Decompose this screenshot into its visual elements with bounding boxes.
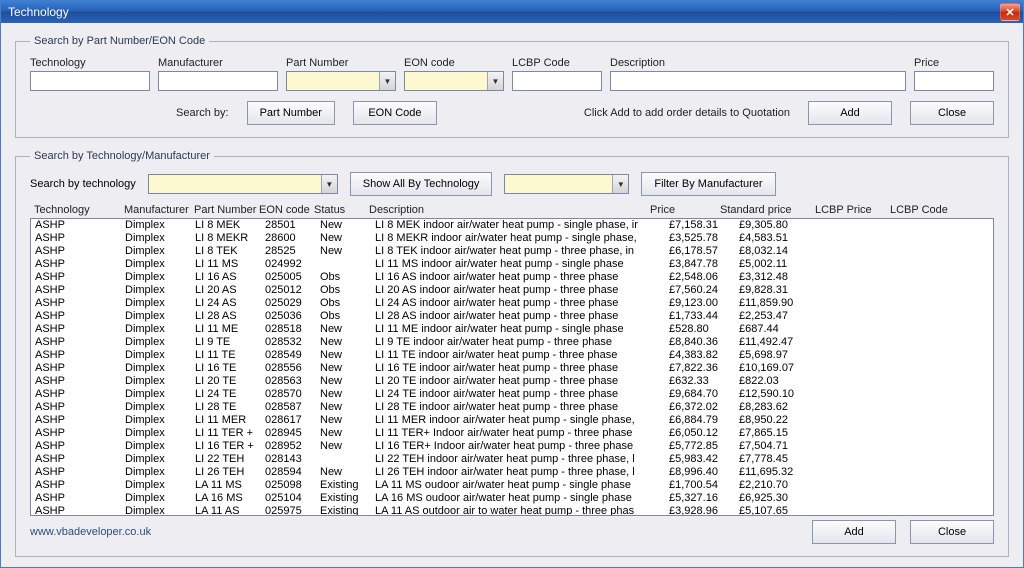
chevron-down-icon[interactable]: ▼ xyxy=(321,175,337,193)
chevron-down-icon[interactable]: ▼ xyxy=(487,72,503,90)
group-search-part-eon: Search by Part Number/EON Code Technolog… xyxy=(15,35,1009,138)
combo-technology[interactable]: ▼ xyxy=(148,174,338,194)
close-icon[interactable]: ✕ xyxy=(1000,3,1020,21)
table-row[interactable]: ASHPDimplexLI 24 AS025029ObsLI 24 AS ind… xyxy=(31,297,993,310)
label-search-by: Search by: xyxy=(176,107,229,119)
group-search-tech-mfr: Search by Technology/Manufacturer Search… xyxy=(15,150,1009,557)
button-add-bottom[interactable]: Add xyxy=(812,520,896,544)
button-search-part-number[interactable]: Part Number xyxy=(247,101,335,125)
label-description: Description xyxy=(610,57,906,71)
col-manufacturer: Manufacturer xyxy=(124,204,194,216)
label-search-by-technology: Search by technology xyxy=(30,178,136,190)
table-row[interactable]: ASHPDimplexLI 20 TE028563NewLI 20 TE ind… xyxy=(31,375,993,388)
button-show-all-tech[interactable]: Show All By Technology xyxy=(350,172,493,196)
table-row[interactable]: ASHPDimplexLI 24 TE028570NewLI 24 TE ind… xyxy=(31,388,993,401)
col-part-number: Part Number xyxy=(194,204,259,216)
table-row[interactable]: ASHPDimplexLI 16 TER +028952NewLI 16 TER… xyxy=(31,440,993,453)
window: Technology ✕ Search by Part Number/EON C… xyxy=(0,0,1024,568)
input-lcbp-code[interactable] xyxy=(512,71,602,91)
col-status: Status xyxy=(314,204,369,216)
table-row[interactable]: ASHPDimplexLI 16 TE028556NewLI 16 TE ind… xyxy=(31,362,993,375)
input-technology[interactable] xyxy=(30,71,150,91)
col-price: Price xyxy=(650,204,720,216)
chevron-down-icon[interactable]: ▼ xyxy=(379,72,395,90)
table-row[interactable]: ASHPDimplexLI 8 MEKR28600NewLI 8 MEKR in… xyxy=(31,232,993,245)
col-eon-code: EON code xyxy=(259,204,314,216)
col-lcbp-code: LCBP Code xyxy=(890,204,970,216)
table-row[interactable]: ASHPDimplexLI 28 AS025036ObsLI 28 AS ind… xyxy=(31,310,993,323)
input-manufacturer[interactable] xyxy=(158,71,278,91)
group-legend-2: Search by Technology/Manufacturer xyxy=(30,150,214,162)
table-row[interactable]: ASHPDimplexLI 11 MER028617NewLI 11 MER i… xyxy=(31,414,993,427)
table-row[interactable]: ASHPDimplexLI 8 MEK28501NewLI 8 MEK indo… xyxy=(31,219,993,232)
col-lcbp-price: LCBP Price xyxy=(815,204,890,216)
titlebar: Technology ✕ xyxy=(1,1,1023,23)
results-table[interactable]: ASHPDimplexLI 8 MEK28501NewLI 8 MEK indo… xyxy=(30,218,994,516)
table-row[interactable]: ASHPDimplexLI 28 TE028587NewLI 28 TE ind… xyxy=(31,401,993,414)
label-technology: Technology xyxy=(30,57,150,71)
window-body: Search by Part Number/EON Code Technolog… xyxy=(1,23,1023,567)
window-title: Technology xyxy=(4,5,1000,19)
table-header-row: Technology Manufacturer Part Number EON … xyxy=(30,202,994,218)
col-description: Description xyxy=(369,204,650,216)
button-search-eon-code[interactable]: EON Code xyxy=(353,101,437,125)
footer-url: www.vbadeveloper.co.uk xyxy=(30,526,151,538)
table-row[interactable]: ASHPDimplexLI 9 TE028532NewLI 9 TE indoo… xyxy=(31,336,993,349)
table-row[interactable]: ASHPDimplexLI 11 TER +028945NewLI 11 TER… xyxy=(31,427,993,440)
label-lcbp-code: LCBP Code xyxy=(512,57,602,71)
table-row[interactable]: ASHPDimplexLA 16 MS025104ExistingLA 16 M… xyxy=(31,492,993,505)
combo-manufacturer[interactable]: ▼ xyxy=(504,174,629,194)
table-row[interactable]: ASHPDimplexLI 11 MS024992LI 11 MS indoor… xyxy=(31,258,993,271)
col-standard-price: Standard price xyxy=(720,204,815,216)
button-add-top[interactable]: Add xyxy=(808,101,892,125)
label-price: Price xyxy=(914,57,994,71)
hint-add-order: Click Add to add order details to Quotat… xyxy=(584,107,790,119)
button-filter-mfr[interactable]: Filter By Manufacturer xyxy=(641,172,775,196)
input-description[interactable] xyxy=(610,71,906,91)
button-close-bottom[interactable]: Close xyxy=(910,520,994,544)
group-legend-1: Search by Part Number/EON Code xyxy=(30,35,209,47)
table-row[interactable]: ASHPDimplexLI 16 AS025005ObsLI 16 AS ind… xyxy=(31,271,993,284)
combo-part-number[interactable]: ▼ xyxy=(286,71,396,91)
input-mfr-combo[interactable] xyxy=(504,174,629,194)
table-row[interactable]: ASHPDimplexLI 11 ME028518NewLI 11 ME ind… xyxy=(31,323,993,336)
col-technology: Technology xyxy=(34,204,124,216)
button-close-top[interactable]: Close xyxy=(910,101,994,125)
input-price[interactable] xyxy=(914,71,994,91)
label-eon-code: EON code xyxy=(404,57,504,71)
input-tech-combo[interactable] xyxy=(148,174,338,194)
table-row[interactable]: ASHPDimplexLA 11 MS025098ExistingLA 11 M… xyxy=(31,479,993,492)
table-row[interactable]: ASHPDimplexLA 11 AS025975ExistingLA 11 A… xyxy=(31,505,993,516)
table-row[interactable]: ASHPDimplexLI 20 AS025012ObsLI 20 AS ind… xyxy=(31,284,993,297)
chevron-down-icon[interactable]: ▼ xyxy=(612,175,628,193)
table-row[interactable]: ASHPDimplexLI 26 TEH028594NewLI 26 TEH i… xyxy=(31,466,993,479)
table-row[interactable]: ASHPDimplexLI 8 TEK28525NewLI 8 TEK indo… xyxy=(31,245,993,258)
label-part-number: Part Number xyxy=(286,57,396,71)
table-row[interactable]: ASHPDimplexLI 22 TEH028143LI 22 TEH indo… xyxy=(31,453,993,466)
label-manufacturer: Manufacturer xyxy=(158,57,278,71)
combo-eon-code[interactable]: ▼ xyxy=(404,71,504,91)
table-row[interactable]: ASHPDimplexLI 11 TE028549NewLI 11 TE ind… xyxy=(31,349,993,362)
